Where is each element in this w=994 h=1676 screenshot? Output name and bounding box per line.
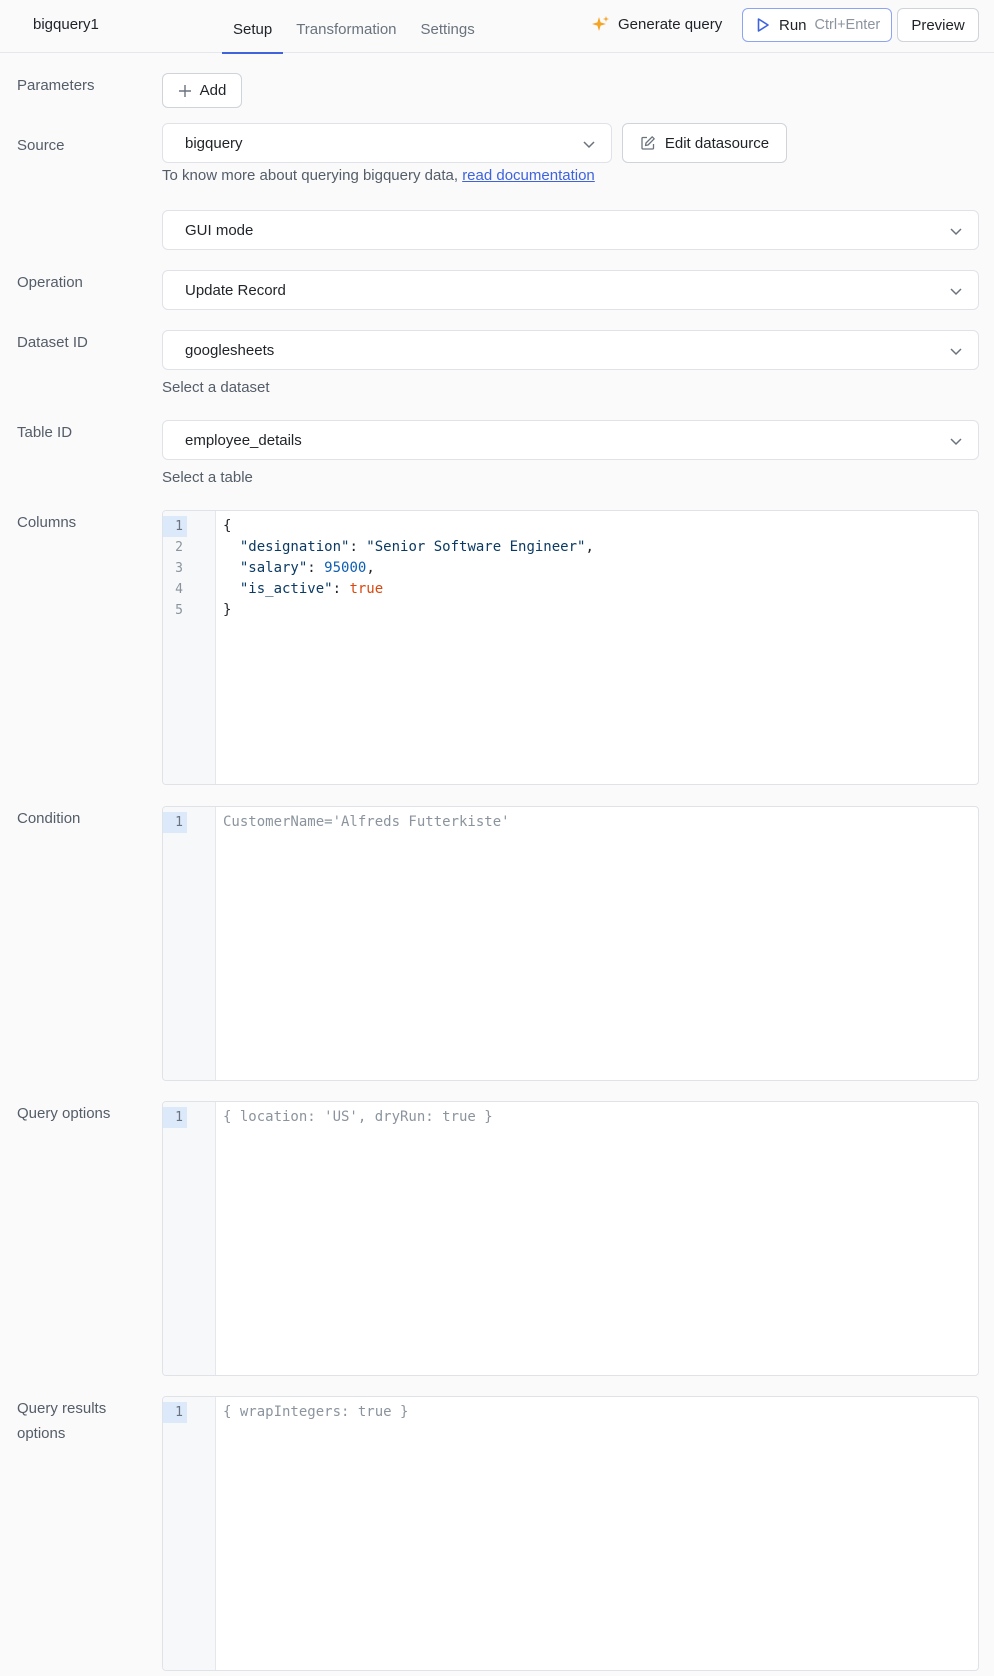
edit-icon <box>641 136 655 150</box>
run-label: Run <box>779 16 807 34</box>
table-select[interactable]: employee_details <box>162 420 979 460</box>
condition-label: Condition <box>17 810 81 827</box>
run-button[interactable]: Run Ctrl+Enter <box>742 8 892 42</box>
table-helper: Select a table <box>162 469 253 486</box>
chevron-down-icon <box>950 288 962 296</box>
dataset-helper: Select a dataset <box>162 379 270 396</box>
line-number: 4 <box>175 582 183 597</box>
json-sep: : <box>332 581 350 597</box>
code-line: { <box>223 518 232 534</box>
dataset-value: googlesheets <box>185 341 275 359</box>
dataset-select[interactable]: googlesheets <box>162 330 979 370</box>
play-icon <box>757 18 769 32</box>
preview-button[interactable]: Preview <box>897 8 979 42</box>
json-number-value: 95000 <box>324 560 367 576</box>
operation-select[interactable]: Update Record <box>162 270 979 310</box>
tab-settings[interactable]: Settings <box>410 0 486 53</box>
query-options-label: Query options <box>17 1105 111 1122</box>
json-key: "is_active" <box>239 581 333 597</box>
add-parameter-label: Add <box>199 82 227 99</box>
generate-query-label: Generate query <box>618 15 723 33</box>
condition-placeholder: CustomerName='Alfreds Futterkiste' <box>223 814 510 830</box>
tab-setup[interactable]: Setup <box>222 0 284 54</box>
line-gutter <box>163 1397 216 1670</box>
source-select[interactable]: bigquery <box>162 123 612 163</box>
table-label: Table ID <box>17 424 73 441</box>
line-number: 1 <box>163 812 187 833</box>
chevron-down-icon <box>950 228 962 236</box>
chevron-down-icon <box>950 438 962 446</box>
add-parameter-button[interactable]: Add <box>162 73 242 108</box>
code-line: "salary": 95000, <box>223 558 375 579</box>
run-shortcut: Ctrl+Enter <box>814 17 881 33</box>
json-boolean-value: true <box>349 581 384 597</box>
mode-select[interactable]: GUI mode <box>162 210 979 250</box>
generate-query-button[interactable]: Generate query <box>592 15 722 33</box>
condition-editor[interactable]: 1 CustomerName='Alfreds Futterkiste' <box>162 806 979 1081</box>
query-header: bigquery1 Setup Transformation Settings … <box>0 0 994 54</box>
query-options-placeholder: { location: 'US', dryRun: true } <box>223 1109 493 1125</box>
line-number: 1 <box>163 1107 187 1128</box>
line-gutter <box>163 1102 216 1375</box>
line-number: 3 <box>175 561 183 576</box>
json-sep: : <box>307 560 325 576</box>
chevron-down-icon <box>950 348 962 356</box>
code-line: } <box>223 602 232 618</box>
line-number: 5 <box>175 603 183 618</box>
json-comma: , <box>585 539 594 555</box>
tab-transformation[interactable]: Transformation <box>285 0 407 53</box>
chevron-down-icon <box>583 141 595 149</box>
code-line: "designation": "Senior Software Engineer… <box>223 537 594 558</box>
json-sep: : <box>349 539 367 555</box>
line-gutter <box>163 807 216 1080</box>
line-number: 2 <box>175 540 183 555</box>
plus-icon <box>178 84 191 97</box>
line-number: 1 <box>163 1402 187 1423</box>
line-number: 1 <box>163 516 187 537</box>
edit-datasource-button[interactable]: Edit datasource <box>622 123 787 163</box>
json-string-value: "Senior Software Engineer" <box>366 539 586 555</box>
columns-editor[interactable]: 1 2 3 4 5 { "designation": "Senior Softw… <box>162 510 979 785</box>
query-results-options-label-2: options <box>17 1425 66 1442</box>
table-value: employee_details <box>185 431 302 449</box>
json-comma: , <box>366 560 375 576</box>
sparkle-icon <box>592 16 609 31</box>
query-tabs: Setup Transformation Settings <box>222 0 488 54</box>
query-results-options-label: Query results <box>17 1400 107 1417</box>
parameters-label: Parameters <box>17 77 95 94</box>
source-helper-text: To know more about querying bigquery dat… <box>162 167 463 184</box>
query-options-editor[interactable]: 1 { location: 'US', dryRun: true } <box>162 1101 979 1376</box>
source-value: bigquery <box>185 134 243 152</box>
json-key: "salary" <box>239 560 308 576</box>
operation-value: Update Record <box>185 281 286 299</box>
json-key: "designation" <box>239 539 350 555</box>
query-results-options-placeholder: { wrapIntegers: true } <box>223 1404 409 1420</box>
edit-datasource-label: Edit datasource <box>664 134 770 152</box>
source-helper: To know more about querying bigquery dat… <box>162 167 595 184</box>
mode-value: GUI mode <box>185 221 254 239</box>
query-name[interactable]: bigquery1 <box>33 16 99 33</box>
columns-label: Columns <box>17 514 77 531</box>
read-documentation-link[interactable]: read documentation <box>462 167 595 184</box>
code-line: "is_active": true <box>223 579 383 600</box>
source-label: Source <box>17 137 65 154</box>
operation-label: Operation <box>17 274 83 291</box>
query-results-options-editor[interactable]: 1 { wrapIntegers: true } <box>162 1396 979 1671</box>
dataset-label: Dataset ID <box>17 334 88 351</box>
